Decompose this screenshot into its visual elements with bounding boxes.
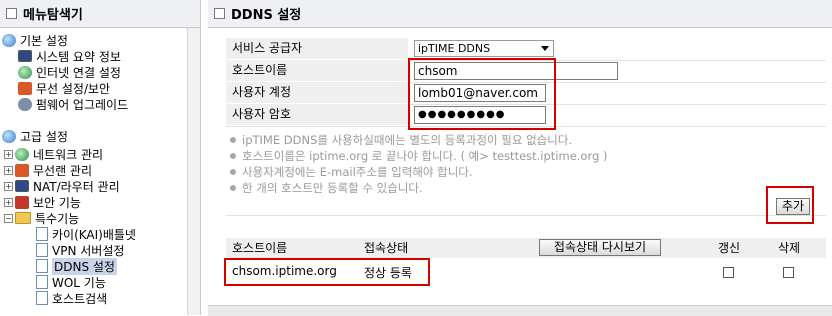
tree-item-label: 펌웨어 업그레이드 [36, 97, 129, 112]
tree-item-label: 특수기능 [35, 211, 80, 226]
bullet-icon [230, 153, 236, 159]
tree-item-security[interactable]: + 보안 기능 [4, 194, 81, 210]
col-status-header: 접속상태 [364, 241, 409, 255]
divider [226, 215, 826, 216]
panel-icon [214, 8, 225, 19]
col-host-header: 호스트이름 [232, 241, 288, 255]
menu-explorer-title: 메뉴탐색기 [23, 8, 83, 23]
note-text: 사용자계정에는 E-mail주소를 입력해야 합니다. [242, 165, 473, 179]
tree-basic-settings[interactable]: 기본 설정 [2, 32, 68, 48]
tree-item-label: 시스템 요약 정보 [36, 49, 121, 64]
tree-item-wol[interactable]: WOL 기능 [36, 274, 106, 290]
advanced-settings-icon [2, 129, 16, 143]
tree-item-label: WOL 기능 [52, 275, 106, 290]
monitor-icon [18, 50, 32, 62]
collapse-icon[interactable]: − [4, 213, 13, 223]
network-icon [15, 147, 29, 161]
tree-item-label: 무선랜 관리 [33, 163, 93, 178]
highlight-box-credentials [408, 58, 556, 130]
tree-item-label: 무선 설정/보안 [36, 81, 111, 96]
bullet-icon [230, 137, 236, 143]
refresh-status-button[interactable]: 접속상태 다시보기 [539, 239, 661, 256]
col-delete-header: 삭제 [778, 241, 801, 255]
provider-label: 서비스 공급자 [226, 38, 408, 59]
page-icon [36, 243, 48, 257]
menu-explorer-header: 메뉴탐색기 [0, 0, 200, 28]
expand-icon[interactable]: + [4, 149, 13, 159]
expand-icon[interactable]: + [4, 165, 13, 175]
notes-list: ipTIME DDNS를 사용하실때에는 별도의 등록과정이 필요 없습니다. … [230, 132, 810, 196]
basic-settings-icon [2, 33, 16, 47]
wireless-icon [15, 163, 29, 177]
wireless-icon [18, 81, 32, 95]
tree-item-ddns[interactable]: DDNS 설정 [36, 257, 117, 275]
tree-item-network[interactable]: + 네트워크 관리 [4, 146, 103, 162]
expand-icon[interactable]: + [4, 197, 13, 207]
tree-item-internet-settings[interactable]: 인터넷 연결 설정 [18, 64, 121, 80]
provider-select[interactable]: ipTIME DDNS [414, 40, 554, 57]
expand-icon[interactable]: + [4, 181, 13, 191]
tree-item-label: 인터넷 연결 설정 [36, 65, 121, 80]
tree-item-label: VPN 서버설정 [52, 243, 125, 258]
password-label: 사용자 암호 [226, 104, 408, 125]
tree-item-nat-router[interactable]: + NAT/라우터 관리 [4, 178, 120, 194]
globe-icon [18, 65, 32, 79]
note-text: 호스트이름은 iptime.org 로 끝나야 합니다. ( 예> testte… [242, 149, 608, 163]
note-item: 호스트이름은 iptime.org 로 끝나야 합니다. ( 예> testte… [230, 148, 810, 164]
tree-item-label: NAT/라우터 관리 [33, 179, 120, 194]
tree-item-label: 네트워크 관리 [33, 147, 104, 162]
note-item: 한 개의 호스트만 등록할 수 있습니다. [230, 180, 810, 196]
delete-checkbox[interactable] [783, 267, 794, 278]
panel-icon [6, 8, 17, 19]
tree-item-kai-battlenet[interactable]: 카이(KAI)배틀넷 [36, 226, 136, 242]
tree-item-special[interactable]: − 특수기능 [4, 210, 79, 226]
ddns-list-header: 호스트이름 접속상태 접속상태 다시보기 갱신 삭제 [226, 238, 826, 258]
page-icon [36, 259, 48, 273]
tree-item-wireless-lan[interactable]: + 무선랜 관리 [4, 162, 92, 178]
horizontal-scrollbar[interactable] [208, 305, 832, 316]
page-icon [36, 291, 48, 305]
tree-item-system-summary[interactable]: 시스템 요약 정보 [18, 48, 121, 64]
tree-item-label: DDNS 설정 [52, 257, 117, 275]
advanced-settings-label: 고급 설정 [20, 129, 68, 144]
provider-selected-value: ipTIME DDNS [418, 42, 491, 55]
folder-icon [15, 212, 31, 224]
tree-item-label: 보안 기능 [33, 195, 81, 210]
tree-item-label: 호스트검색 [52, 291, 108, 306]
gear-icon [18, 97, 32, 111]
hostname-label: 호스트이름 [226, 60, 408, 81]
shield-icon [15, 195, 29, 209]
tree-item-firmware-upgrade[interactable]: 펌웨어 업그레이드 [18, 96, 128, 112]
renew-checkbox[interactable] [723, 267, 734, 278]
account-label: 사용자 계정 [226, 82, 408, 103]
basic-settings-label: 기본 설정 [20, 33, 68, 48]
highlight-box-host-row [224, 258, 430, 286]
tree-item-wireless-security[interactable]: 무선 설정/보안 [18, 80, 110, 96]
router-icon [15, 180, 29, 192]
bullet-icon [230, 185, 236, 191]
tree-item-label: 카이(KAI)배틀넷 [52, 227, 136, 242]
tree-scrollbar[interactable] [187, 28, 200, 315]
note-item: ipTIME DDNS를 사용하실때에는 별도의 등록과정이 필요 없습니다. [230, 132, 810, 148]
ddns-settings-pane: DDNS 설정 서비스 공급자 ipTIME DDNS 호스트이름 chsom … [208, 0, 832, 316]
bullet-icon [230, 169, 236, 175]
page-title: DDNS 설정 [231, 8, 302, 23]
note-text: 한 개의 호스트만 등록할 수 있습니다. [242, 181, 423, 195]
ddns-header: DDNS 설정 [208, 0, 832, 28]
highlight-box-add [766, 186, 814, 224]
page-icon [36, 227, 48, 241]
col-renew-header: 갱신 [718, 241, 741, 255]
tree-item-host-search[interactable]: 호스트검색 [36, 290, 107, 306]
note-text: ipTIME DDNS를 사용하실때에는 별도의 등록과정이 필요 없습니다. [242, 133, 573, 147]
page-icon [36, 275, 48, 289]
tree-advanced-settings[interactable]: 고급 설정 [2, 128, 68, 144]
note-item: 사용자계정에는 E-mail주소를 입력해야 합니다. [230, 164, 810, 180]
tree-item-vpn-server[interactable]: VPN 서버설정 [36, 242, 124, 258]
chevron-down-icon [541, 46, 549, 51]
menu-explorer-pane: 메뉴탐색기 기본 설정 시스템 요약 정보 인터넷 연결 설정 무선 설정/보안… [0, 0, 201, 315]
